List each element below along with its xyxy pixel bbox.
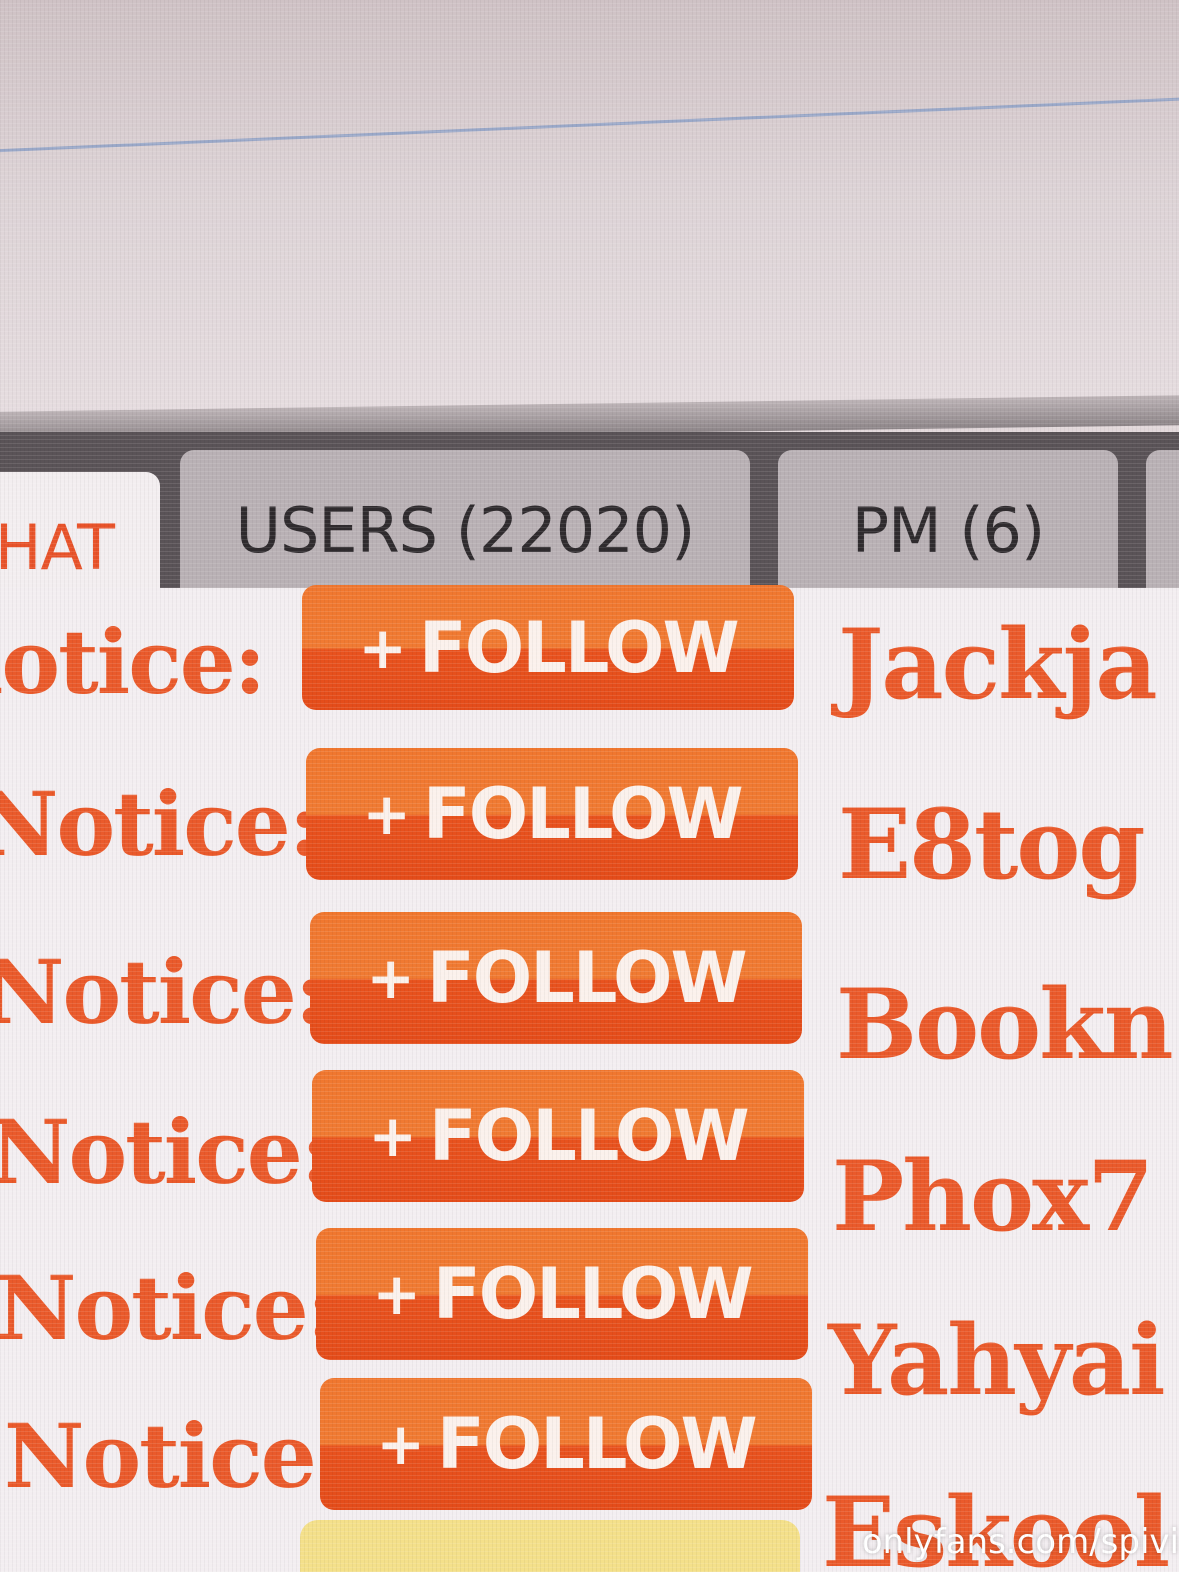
tab-users-label: USERS (22020) [235, 493, 696, 567]
notice-label: Notice: [0, 1256, 339, 1360]
notice-label: Notice: [0, 940, 327, 1044]
username-link[interactable]: Yahyai [828, 1304, 1166, 1417]
top-page-area [0, 0, 1179, 420]
follow-button[interactable]: + FOLLOW [320, 1378, 812, 1510]
follow-button[interactable]: + FOLLOW [312, 1070, 804, 1202]
plus-icon: + [362, 780, 411, 848]
follow-button-label: FOLLOW [418, 606, 740, 689]
username-link[interactable]: Bookn [836, 968, 1174, 1081]
follow-button[interactable]: + FOLLOW [316, 1228, 808, 1360]
username-link[interactable]: Jackja [838, 608, 1158, 721]
tab-chat-label: HAT [0, 510, 115, 584]
follow-button[interactable]: + FOLLOW [310, 912, 802, 1044]
tab-more[interactable] [1146, 450, 1179, 590]
plus-icon: + [376, 1410, 425, 1478]
plus-icon: + [366, 944, 415, 1012]
follow-button-label: FOLLOW [436, 1403, 758, 1485]
notice-label: Notice: [0, 1100, 333, 1204]
tab-chat[interactable]: HAT [0, 472, 160, 602]
tab-pm-label: PM (6) [851, 493, 1045, 567]
follow-button-label: FOLLOW [426, 937, 748, 1019]
follow-button[interactable]: + FOLLOW [306, 748, 798, 880]
tab-pm[interactable]: PM (6) [778, 450, 1118, 590]
username-link[interactable]: Phox7 [832, 1140, 1154, 1253]
photo-of-screen: HAT USERS (22020) PM (6) lotice: + FOLLO… [0, 0, 1179, 1572]
notice-label: lotice: [0, 610, 266, 714]
plus-icon: + [358, 613, 407, 682]
plus-icon: + [368, 1102, 417, 1170]
follow-button-label: FOLLOW [432, 1253, 754, 1335]
notice-label: Notice: [4, 1404, 347, 1508]
follow-button-label: FOLLOW [422, 773, 744, 855]
watermark-text: onlyfans.com/spivi [861, 1522, 1179, 1562]
tab-users[interactable]: USERS (22020) [180, 450, 750, 590]
plus-icon: + [372, 1260, 421, 1328]
notice-label: Notice: [0, 772, 321, 876]
follow-button[interactable]: + FOLLOW [302, 585, 794, 710]
username-link[interactable]: E8tog [838, 788, 1145, 901]
follow-button-label: FOLLOW [428, 1095, 750, 1177]
message-input-box[interactable] [300, 1520, 800, 1572]
